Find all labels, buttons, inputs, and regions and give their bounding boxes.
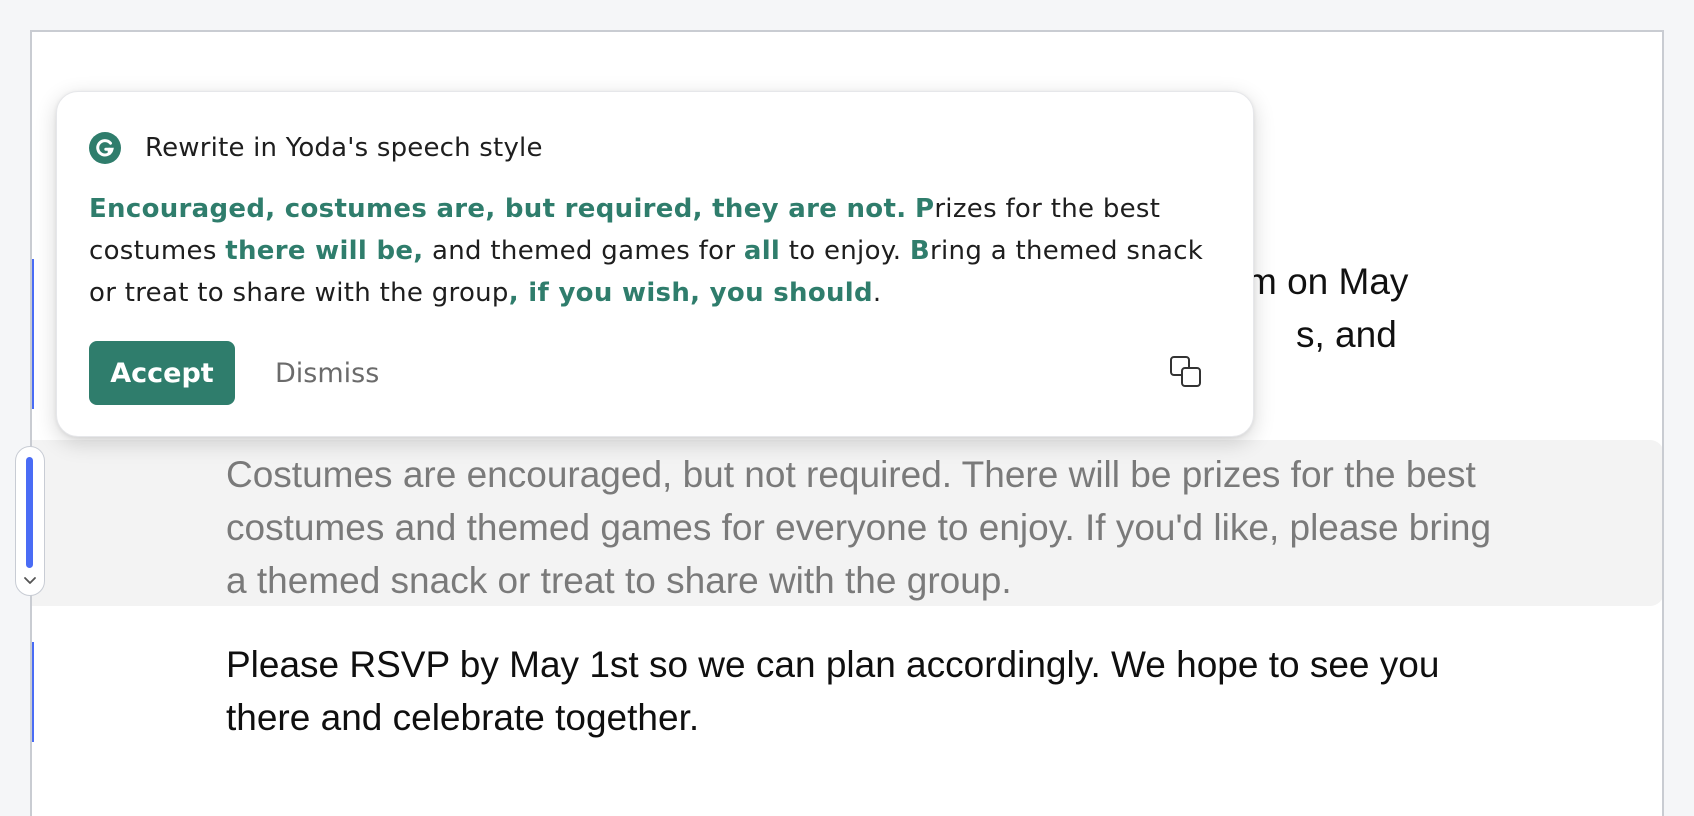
suggestion-insert: there will be, <box>225 236 424 266</box>
rewrite-suggestion-text: Encouraged, costumes are, but required, … <box>89 188 1229 314</box>
chevron-down-icon[interactable] <box>22 575 38 587</box>
paragraph-1-line-1: m on May <box>1246 261 1409 302</box>
rewrite-suggestion-popover: Rewrite in Yoda's speech style Encourage… <box>56 91 1254 437</box>
copy-icon[interactable] <box>1169 355 1203 389</box>
paragraph-marker <box>32 259 34 409</box>
suggestion-text: and themed games for <box>423 236 744 266</box>
grammarly-logo-icon <box>89 132 121 164</box>
popover-header: Rewrite in Yoda's speech style <box>89 128 543 168</box>
suggestion-insert: , if you wish, you should <box>508 278 873 308</box>
scroll-thumb[interactable] <box>26 457 33 568</box>
dismiss-button[interactable]: Dismiss <box>265 341 389 405</box>
suggestion-insert: P <box>914 194 935 224</box>
suggestion-text: to enjoy. <box>780 236 910 266</box>
popover-title: Rewrite in Yoda's speech style <box>145 133 543 163</box>
suggestion-text: . <box>872 278 882 308</box>
suggestion-insert: all <box>743 236 781 266</box>
suggestion-insert: Encouraged, costumes are, but required, … <box>89 194 907 224</box>
accept-button[interactable]: Accept <box>89 341 235 405</box>
paragraph-scroll-handle[interactable] <box>15 446 45 596</box>
paragraph-3[interactable]: Please RSVP by May 1st so we can plan ac… <box>226 638 1516 744</box>
paragraph-2-original[interactable]: Costumes are encouraged, but not require… <box>226 448 1516 607</box>
suggestion-text <box>906 194 915 224</box>
paragraph-marker <box>32 642 34 742</box>
paragraph-1-line-2: s, and <box>1296 314 1397 355</box>
suggestion-insert: B <box>909 236 931 266</box>
